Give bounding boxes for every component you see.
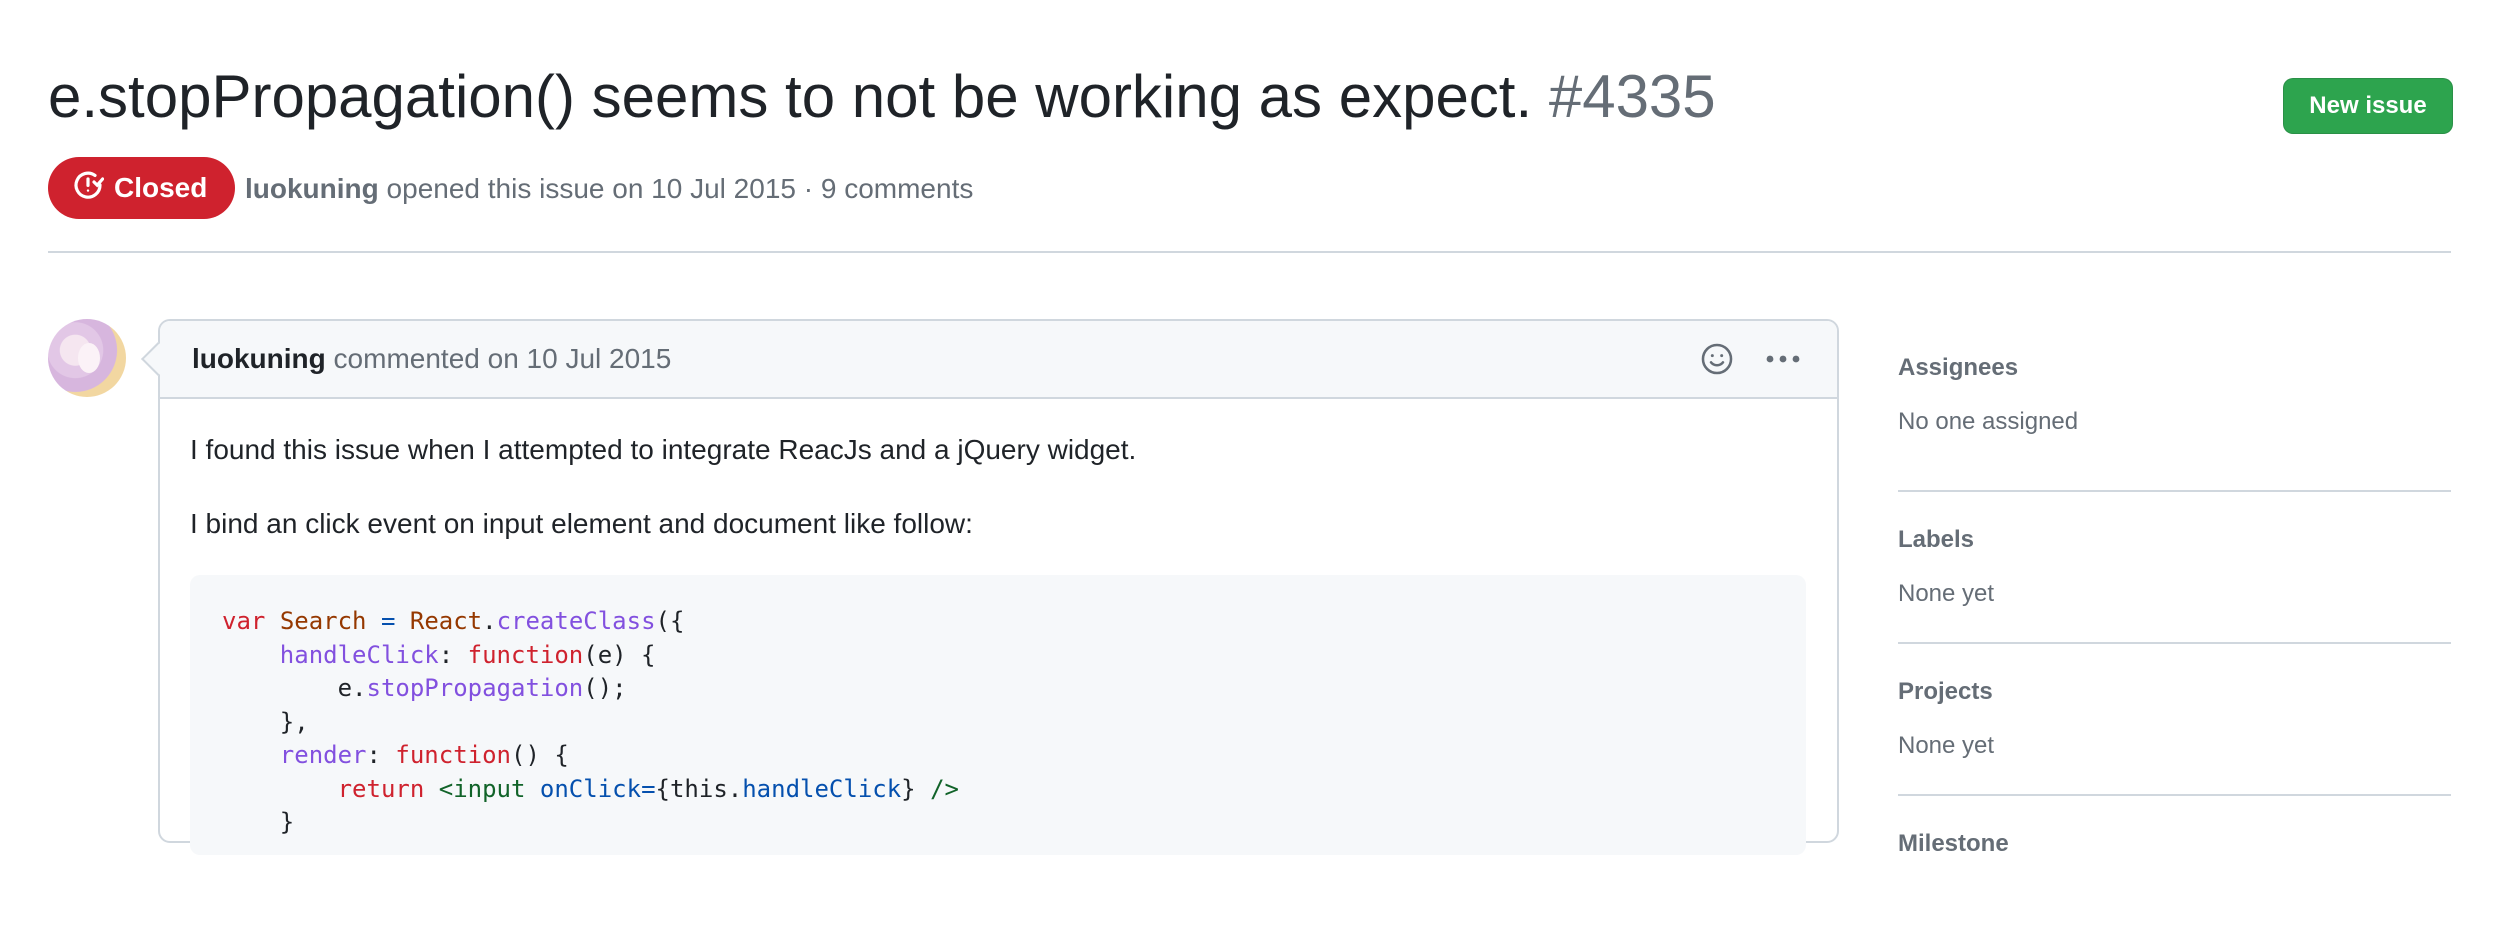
comment-author-link[interactable]: luokuning [192,343,326,374]
new-issue-button[interactable]: New issue [2283,78,2453,134]
comment-paragraph-2: I bind an click event on input element a… [190,508,973,539]
code-line: }, [222,707,309,736]
code-line: handleClick: function(e) { [279,640,656,669]
header-divider [48,251,2451,253]
code-line: return <input onClick={this.handleClick}… [337,774,959,803]
code-line: var Search = React.createClass({ [222,607,685,635]
issue-title-text: e.stopPropagation() seems to not be work… [48,63,1533,130]
comment-actions [1699,341,1801,377]
sidebar-labels-title[interactable]: Labels [1898,492,2451,554]
code-block: var Search = React.createClass({ handleC… [190,575,1806,855]
sidebar-labels-value: None yet [1898,580,1995,607]
sidebar-projects: Projects None yet [1898,644,2451,796]
sidebar-labels: Labels None yet [1898,492,2451,644]
issue-sidebar: Assignees No one assigned Labels None ye… [1898,340,2451,948]
code-line: } [222,808,295,836]
sidebar-assignees-title[interactable]: Assignees [1898,340,2451,382]
sidebar-assignees-value: No one assigned [1898,408,2079,435]
issue-title: e.stopPropagation() seems to not be work… [48,62,1716,131]
sidebar-projects-title[interactable]: Projects [1898,644,2451,706]
issue-number: #4335 [1548,63,1716,130]
comment-paragraph-1: I found this issue when I attempted to i… [190,434,1137,465]
code-line: e.stopPropagation(); [222,674,627,702]
smiley-icon[interactable] [1699,341,1735,377]
sidebar-milestone-title[interactable]: Milestone [1898,796,2451,858]
comment-box: luokuning commented on 10 Jul 2015 I fou… [158,319,1839,855]
sidebar-assignees: Assignees No one assigned [1898,340,2451,492]
comment-meta: luokuning commented on 10 Jul 2015 [192,343,671,375]
sidebar-projects-value: None yet [1898,732,1995,759]
code-line: render: function() { [279,741,569,769]
comment-meta-text: commented on 10 Jul 2015 [333,343,672,374]
status-label: Closed [114,172,208,203]
comment-header: luokuning commented on 10 Jul 2015 [160,321,1837,399]
issue-meta-text: opened this issue on 10 Jul 2015 · 9 com… [386,173,974,204]
avatar[interactable] [48,319,126,397]
kebab-horizontal-icon[interactable] [1765,341,1801,377]
issue-meta: luokuning opened this issue on 10 Jul 20… [245,173,973,205]
sidebar-milestone: Milestone [1898,796,2451,948]
issue-author-link[interactable]: luokuning [245,173,379,204]
status-badge: Closed [48,157,236,219]
issue-closed-icon [72,169,105,208]
